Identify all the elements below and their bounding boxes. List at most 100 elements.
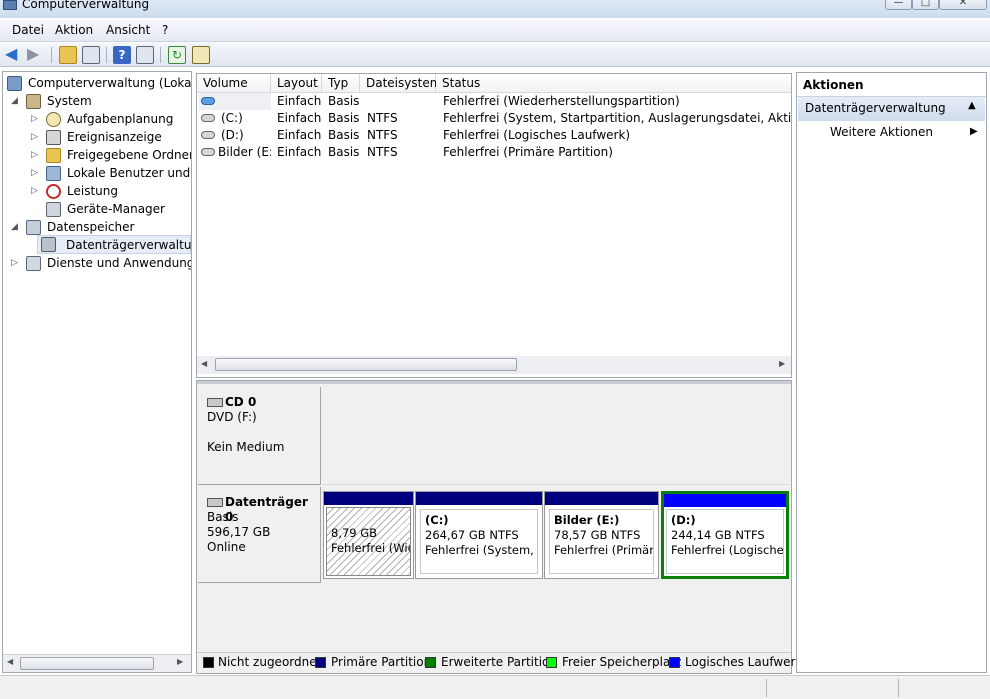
collapsed-arrow-icon[interactable]: ▷	[31, 110, 38, 128]
legend-label: Logisches Laufwerk	[685, 655, 803, 669]
up-folder-icon[interactable]	[59, 46, 77, 64]
performance-icon	[46, 184, 61, 199]
disk0-name: Datenträger 0	[225, 495, 308, 524]
device-manager-icon	[46, 202, 61, 217]
table-row[interactable]: Bilder (E:) Einfach Basis NTFS Fehlerfre…	[197, 144, 791, 161]
cd-drive-icon	[207, 398, 223, 407]
disk-icon	[207, 498, 223, 507]
collapsed-arrow-icon[interactable]: ▷	[31, 128, 38, 146]
tree-label: Computerverwaltung (Lokal)	[28, 76, 192, 90]
collapsed-arrow-icon[interactable]: ▷	[11, 254, 18, 272]
show-hide-action-pane-icon[interactable]	[136, 46, 154, 64]
scroll-left-arrow-icon[interactable]: ◀	[201, 359, 207, 368]
collapsed-arrow-icon[interactable]: ▷	[31, 146, 38, 164]
actions-section-datentraegerverwaltung[interactable]: Datenträgerverwaltung ▲	[798, 97, 985, 121]
collapse-up-icon[interactable]: ▲	[968, 100, 976, 111]
expanded-arrow-icon[interactable]: ◢	[11, 92, 18, 110]
toolbar: ◀ ▶ ? ↻	[0, 43, 990, 67]
scrollbar-thumb[interactable]	[215, 358, 517, 371]
collapsed-arrow-icon[interactable]: ▷	[31, 164, 38, 182]
actions-header: Aktionen	[803, 78, 864, 92]
disk0-state: Online	[207, 540, 246, 554]
tree-label: Freigegebene Ordner	[67, 148, 192, 162]
tree-label: Leistung	[67, 184, 118, 198]
menu-aktion[interactable]: Aktion	[55, 23, 93, 37]
cd-drive-letter: DVD (F:)	[207, 410, 257, 424]
table-row[interactable]: Einfach Basis Fehlerfrei (Wiederherstell…	[197, 93, 791, 110]
toolbar-separator	[106, 47, 107, 63]
expanded-arrow-icon[interactable]: ◢	[11, 218, 18, 236]
actions-section-label: Datenträgerverwaltung	[805, 101, 946, 115]
cd-name: CD 0	[225, 395, 257, 409]
legend-swatch-logical	[669, 657, 680, 668]
minimize-button[interactable]: —	[885, 0, 912, 10]
submenu-arrow-icon: ▶	[970, 126, 978, 137]
partition-status: Fehlerfrei (Logisches Laufwerk)	[671, 543, 784, 557]
partition-body: (C:) 264,67 GB NTFS Fehlerfrei (System, …	[420, 509, 538, 574]
column-header-dateisystem[interactable]: Dateisystem	[360, 74, 441, 93]
table-horizontal-scrollbar[interactable]: ◀ ▶	[197, 356, 791, 374]
partition-body: 8,79 GB Fehlerfrei (Wiederherstellungspa…	[326, 507, 411, 576]
show-hide-tree-icon[interactable]	[82, 46, 100, 64]
legend-label: Primäre Partition	[331, 655, 432, 669]
extended-partition-d[interactable]: (D:) 244,14 GB NTFS Fehlerfrei (Logische…	[661, 491, 789, 579]
status-cell: Fehlerfrei (Primäre Partition)	[443, 145, 613, 159]
layout-cell: Einfach	[277, 145, 322, 159]
tree-item-datentraegerverwaltung[interactable]: Datenträgerverwaltung	[37, 235, 191, 254]
legend-swatch-extended	[425, 657, 436, 668]
partition-size: 8,79 GB	[331, 526, 378, 540]
column-header-typ[interactable]: Typ	[322, 74, 360, 93]
volume-cell	[199, 93, 271, 110]
actions-pane: Aktionen Datenträgerverwaltung ▲ Weitere…	[796, 72, 987, 673]
cd-drive-info[interactable]: CD 0 DVD (F:) Kein Medium	[198, 387, 321, 485]
fs-cell: NTFS	[367, 128, 398, 142]
scrollbar-thumb[interactable]	[20, 657, 154, 670]
column-header-status[interactable]: Status	[436, 74, 791, 93]
table-row[interactable]: (C:) Einfach Basis NTFS Fehlerfrei (Syst…	[197, 110, 791, 127]
tree-horizontal-scrollbar[interactable]: ◀ ▶	[3, 654, 191, 672]
title-bar: Computerverwaltung — □ ✕	[0, 0, 990, 18]
partition-header-bar	[324, 492, 413, 505]
disk0-info[interactable]: Datenträger 0 Basis 596,17 GB Online	[198, 487, 321, 583]
table-row[interactable]: (D:) Einfach Basis NTFS Fehlerfrei (Logi…	[197, 127, 791, 144]
status-bar-divider	[898, 679, 899, 697]
legend-label: Freier Speicherplatz	[562, 655, 682, 669]
scroll-left-arrow-icon[interactable]: ◀	[7, 657, 13, 666]
more-actions-label: Weitere Aktionen	[830, 125, 933, 139]
menu-help[interactable]: ?	[162, 23, 168, 37]
menu-datei[interactable]: Datei	[12, 23, 44, 37]
volume-cell: (C:)	[199, 110, 271, 127]
partition-header-bar	[416, 492, 542, 505]
tree-label: Datenträgerverwaltung	[66, 238, 192, 252]
partition-status: Fehlerfrei (System, Startpartition)	[425, 543, 537, 557]
legend-swatch-free	[546, 657, 557, 668]
storage-icon	[26, 220, 41, 235]
typ-cell: Basis	[328, 145, 360, 159]
cd-media-state: Kein Medium	[207, 440, 285, 454]
volume-table: Volume Layout Typ Dateisystem Status Ein…	[196, 73, 792, 378]
menu-ansicht[interactable]: Ansicht	[106, 23, 150, 37]
partition-recovery[interactable]: 8,79 GB Fehlerfrei (Wiederherstellungspa…	[323, 491, 414, 579]
maximize-button[interactable]: □	[912, 0, 939, 10]
tree-label: System	[47, 94, 92, 108]
help-icon[interactable]: ?	[113, 46, 131, 64]
scroll-right-arrow-icon[interactable]: ▶	[177, 657, 183, 666]
status-bar	[0, 675, 990, 699]
partition-c[interactable]: (C:) 264,67 GB NTFS Fehlerfrei (System, …	[415, 491, 543, 579]
close-button[interactable]: ✕	[939, 0, 987, 10]
more-actions-item[interactable]: Weitere Aktionen ▶	[798, 123, 985, 143]
back-arrow-icon[interactable]: ◀	[5, 46, 23, 64]
fs-cell: NTFS	[367, 111, 398, 125]
forward-arrow-icon[interactable]: ▶	[27, 46, 45, 64]
partition-title: Bilder (E:)	[554, 513, 620, 527]
partition-e[interactable]: Bilder (E:) 78,57 GB NTFS Fehlerfrei (Pr…	[544, 491, 659, 579]
tree-label: Datenspeicher	[47, 220, 135, 234]
column-header-layout[interactable]: Layout	[271, 74, 322, 93]
refresh-icon[interactable]: ↻	[168, 46, 186, 64]
scroll-right-arrow-icon[interactable]: ▶	[779, 359, 785, 368]
partition-title: (D:)	[671, 513, 696, 527]
properties-icon[interactable]	[192, 46, 210, 64]
column-header-volume[interactable]: Volume	[197, 74, 271, 93]
event-viewer-icon	[46, 130, 61, 145]
collapsed-arrow-icon[interactable]: ▷	[31, 182, 38, 200]
